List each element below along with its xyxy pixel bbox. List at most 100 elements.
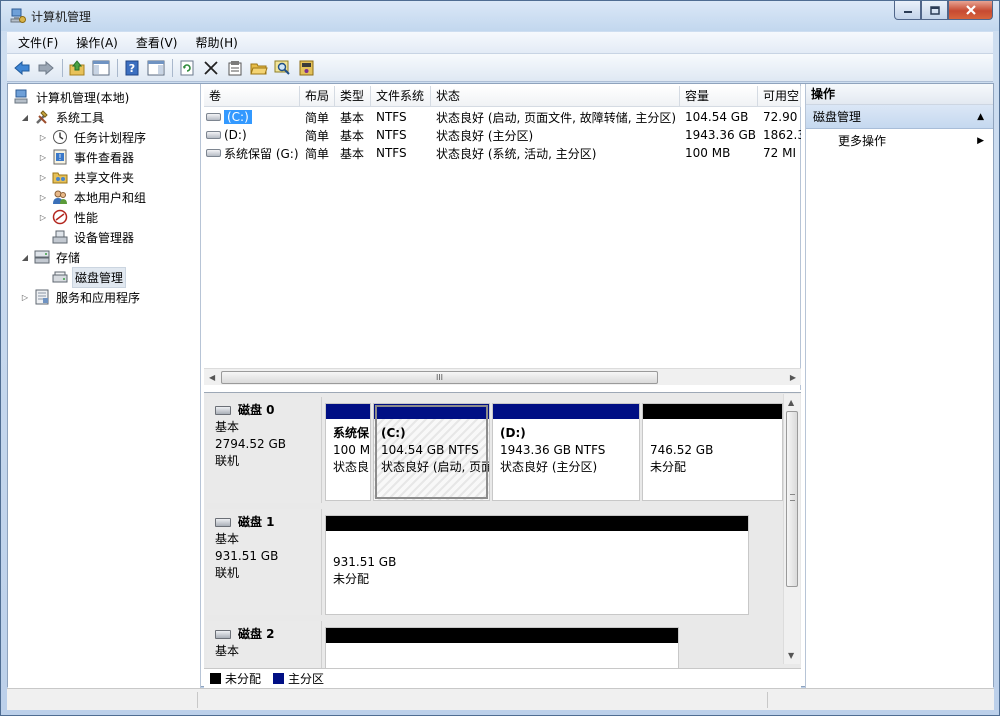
disk-name: 磁盘 2 (238, 627, 275, 641)
legend-swatch-unallocated (210, 673, 221, 684)
disk-info[interactable]: 磁盘 1 基本 931.51 GB 联机 (207, 509, 322, 615)
tools-icon (36, 110, 48, 124)
table-row[interactable]: 系统保留 (G:) 简单 基本 NTFS 状态良好 (系统, 活动, 主分区) … (204, 144, 801, 162)
tree-label: 设备管理器 (74, 230, 135, 245)
up-button[interactable] (66, 57, 88, 79)
horizontal-scrollbar[interactable]: ◀ III ▶ (204, 368, 801, 385)
tree-item-root[interactable]: 计算机管理(本地) (14, 87, 131, 107)
disk-info[interactable]: 磁盘 2 基本 (207, 621, 322, 668)
shared-folder-icon (52, 172, 68, 184)
menu-file[interactable]: 文件(F) (7, 34, 65, 51)
tree-item-shared-folders[interactable]: ▷ 共享文件夹 (38, 167, 136, 187)
scroll-left-icon[interactable]: ◀ (209, 373, 215, 382)
disk-info[interactable]: 磁盘 0 基本 2794.52 GB 联机 (207, 397, 322, 503)
drive-icon (206, 113, 221, 121)
menu-bar: 文件(F) 操作(A) 查看(V) 帮助(H) (7, 32, 993, 54)
volume-type: 基本 (340, 110, 365, 125)
maximize-button[interactable] (921, 1, 948, 20)
search-button[interactable] (272, 57, 294, 79)
volume-free-space: 72.90 (763, 110, 798, 124)
toolbar-separator (62, 58, 63, 77)
collapse-arrow-icon[interactable]: ◢ (20, 113, 30, 122)
menu-action[interactable]: 操作(A) (65, 34, 125, 51)
table-row[interactable]: (D:) 简单 基本 NTFS 状态良好 (主分区) 1943.36 GB 18… (204, 126, 801, 144)
partition-unallocated[interactable] (325, 627, 679, 668)
collapse-up-icon[interactable]: ▲ (977, 105, 984, 129)
tree-item-storage[interactable]: ◢ 存储 (20, 247, 82, 267)
partition-system-reserved[interactable]: 系统保 100 M 状态良 (325, 403, 371, 501)
scroll-grip (790, 494, 795, 501)
back-button[interactable] (11, 57, 33, 79)
partition-c[interactable]: (C:) 104.54 GB NTFS 状态良好 (启动, 页面 (373, 403, 490, 501)
disk-icon (215, 406, 231, 415)
column-header-layout[interactable]: 布局 (300, 86, 335, 107)
tree-label: 事件查看器 (74, 150, 135, 165)
partition-bar (326, 404, 370, 419)
actions-section-disk-management[interactable]: 磁盘管理 ▲ (806, 105, 993, 129)
scrollbar-thumb[interactable] (786, 411, 798, 587)
menu-help[interactable]: 帮助(H) (184, 34, 244, 51)
title-bar[interactable]: 计算机管理 (1, 1, 999, 31)
column-header-capacity[interactable]: 容量 (680, 86, 758, 107)
partition-status: 状态良好 (启动, 页面 (381, 460, 489, 474)
column-header-type[interactable]: 类型 (335, 86, 371, 107)
tree-item-performance[interactable]: ▷ 性能 (38, 207, 100, 227)
column-header-filesystem[interactable]: 文件系统 (371, 86, 431, 107)
scroll-up-icon[interactable]: ▲ (788, 398, 794, 407)
tree-item-system-tools[interactable]: ◢ 系统工具 (20, 107, 106, 127)
column-header-volume[interactable]: 卷 (204, 86, 300, 107)
menu-view[interactable]: 查看(V) (125, 34, 185, 51)
tree-item-local-users[interactable]: ▷ 本地用户和组 (38, 187, 148, 207)
tree-item-device-manager[interactable]: 设备管理器 (38, 227, 136, 247)
disk-graphical-view: 磁盘 0 基本 2794.52 GB 联机 系统保 100 M 状态良 (C:)… (204, 392, 801, 668)
tree-label: 系统工具 (56, 110, 105, 125)
partition-unallocated[interactable]: 931.51 GB 未分配 (325, 515, 749, 615)
partition-d[interactable]: (D:) 1943.36 GB NTFS 状态良好 (主分区) (492, 403, 640, 501)
expand-arrow-icon[interactable]: ▷ (38, 193, 48, 202)
tree-item-task-scheduler[interactable]: ▷ 任务计划程序 (38, 127, 148, 147)
services-icon (35, 289, 49, 305)
show-hide-tree-icon (92, 60, 110, 75)
more-actions-item[interactable]: 更多操作 ▶ (806, 129, 993, 153)
column-header-free-space[interactable]: 可用空 (758, 86, 801, 107)
volume-layout: 简单 (305, 110, 330, 125)
open-button[interactable] (248, 57, 270, 79)
tree-item-disk-management[interactable]: 磁盘管理 (38, 266, 127, 288)
drive-icon (206, 131, 221, 139)
delete-button[interactable] (200, 57, 222, 79)
partition-size: 104.54 GB NTFS (381, 443, 479, 457)
partition-size: 746.52 GB (650, 443, 714, 457)
partition-unallocated[interactable]: 746.52 GB 未分配 (642, 403, 783, 501)
properties-button[interactable] (224, 57, 246, 79)
scroll-right-icon[interactable]: ▶ (790, 373, 796, 382)
status-bar (7, 688, 994, 710)
expand-arrow-icon[interactable]: ▷ (20, 293, 30, 302)
vertical-scrollbar[interactable]: ▲ ▼ (783, 394, 800, 664)
expand-arrow-icon[interactable]: ▷ (38, 153, 48, 162)
table-row[interactable]: (C:) 简单 基本 NTFS 状态良好 (启动, 页面文件, 故障转储, 主分… (204, 108, 801, 126)
export-button[interactable] (296, 57, 318, 79)
show-hide-tree-button[interactable] (90, 57, 112, 79)
partition-bar (326, 628, 678, 643)
forward-button[interactable] (35, 57, 57, 79)
scroll-down-icon[interactable]: ▼ (788, 651, 794, 660)
scroll-grip: III (435, 373, 444, 382)
minimize-button[interactable] (894, 1, 921, 20)
help-button[interactable]: ? (121, 57, 143, 79)
collapse-arrow-icon[interactable]: ◢ (20, 253, 30, 262)
scrollbar-thumb[interactable]: III (221, 371, 658, 384)
partition-status: 状态良 (333, 460, 370, 474)
tree-item-event-viewer[interactable]: ▷ ! 事件查看器 (38, 147, 136, 167)
expand-arrow-icon[interactable]: ▷ (38, 213, 48, 222)
expand-arrow-icon[interactable]: ▷ (38, 173, 48, 182)
tree-item-services-apps[interactable]: ▷ 服务和应用程序 (20, 287, 142, 307)
partition-name: (C:) (381, 426, 406, 440)
toolbar: ? (7, 54, 993, 82)
tree-label: 计算机管理(本地) (36, 90, 130, 105)
disk-size: 2794.52 GB (215, 437, 286, 451)
show-hide-action-pane-button[interactable] (145, 57, 167, 79)
column-header-status[interactable]: 状态 (431, 86, 680, 107)
refresh-button[interactable] (176, 57, 198, 79)
expand-arrow-icon[interactable]: ▷ (38, 133, 48, 142)
close-button[interactable] (948, 1, 993, 20)
